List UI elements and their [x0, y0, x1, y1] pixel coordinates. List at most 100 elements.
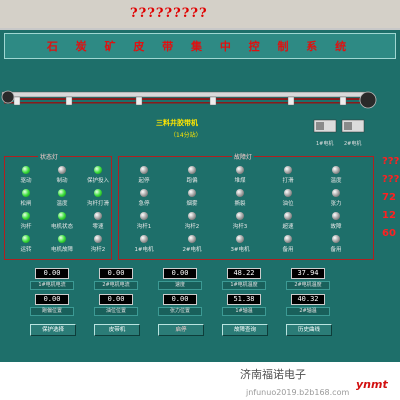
indicator-lamp-icon	[332, 235, 340, 243]
indicator-lamp-icon	[58, 166, 66, 174]
indicator-lamp-icon	[332, 212, 340, 220]
motor-2-icon	[341, 119, 365, 133]
control-button[interactable]: 启停	[158, 324, 204, 336]
indicator-lamp-icon	[236, 189, 244, 197]
watermark-url: jnfunuo2019.b2b168.com	[246, 388, 350, 397]
lamp-label: 保护投入	[86, 178, 109, 184]
indicator-lamp-icon	[188, 189, 196, 197]
fault-lamp: 堆煤	[222, 166, 258, 190]
lamp-label: 3#电机	[230, 247, 250, 253]
fault-lamp: 起停	[126, 166, 162, 190]
lamp-label: 沟杆3	[232, 224, 248, 230]
watermark-company: 济南福诺电子	[240, 368, 306, 381]
lamp-label: 运转	[20, 247, 32, 253]
status-lamp: 沟杆	[8, 212, 44, 236]
lamp-label: 制动	[56, 178, 68, 184]
readout-label: 2#电机电流	[94, 281, 138, 290]
fault-lamp: 跑偏	[174, 166, 210, 190]
lamp-label: 松闸	[20, 201, 32, 207]
lamp-label: 电机状态	[50, 224, 73, 230]
readout-label: 油位位置	[94, 307, 138, 316]
readout-label: 1#电机电流	[30, 281, 74, 290]
status-lamp: 沟杆打滑	[80, 189, 116, 213]
fault-lamp: 1#电机	[126, 235, 162, 259]
indicator-lamp-icon	[332, 189, 340, 197]
lamp-label: 跑偏	[186, 178, 198, 184]
screen: ????????? 石 炭 矿 皮 带 集 中 控 制 系 统 三料井胶带机 （…	[0, 0, 400, 400]
fault-lamp: 张力	[318, 189, 354, 213]
indicator-lamp-icon	[188, 166, 196, 174]
status-lamp: 电机状态	[44, 212, 80, 236]
belt-station: （14分站）	[170, 132, 202, 139]
status-lamp: 电机故障	[44, 235, 80, 259]
readout-value: 0.00	[163, 268, 197, 279]
status-lamp: 温度	[44, 189, 80, 213]
indicator-lamp-icon	[22, 235, 30, 243]
lamp-label: 撕裂	[234, 201, 246, 207]
readout-label: 张力位置	[158, 307, 202, 316]
readout-label: 1#轴温	[222, 307, 266, 316]
lamp-label: 沟杆	[20, 224, 32, 230]
indicator-lamp-icon	[22, 189, 30, 197]
readout-label: 2#轴温	[286, 307, 330, 316]
control-button[interactable]: 历史曲线	[286, 324, 332, 336]
lamp-label: 打滑	[282, 178, 294, 184]
control-button[interactable]: 保护选择	[30, 324, 76, 336]
lamp-label: 沟杆2	[90, 247, 106, 253]
indicator-lamp-icon	[284, 166, 292, 174]
readout-label: 1#电机温度	[222, 281, 266, 290]
lamp-label: 油位	[282, 201, 294, 207]
lamp-label: 1#电机	[134, 247, 154, 253]
indicator-lamp-icon	[94, 189, 102, 197]
fault-lamp: 沟杆1	[126, 212, 162, 236]
lamp-label: 温度	[56, 201, 68, 207]
readout-value: 51.38	[227, 294, 261, 305]
status-lamp: 沟杆2	[80, 235, 116, 259]
window-title: ?????????	[130, 6, 208, 21]
indicator-lamp-icon	[332, 166, 340, 174]
control-button[interactable]: 皮带机	[94, 324, 140, 336]
lamp-label: 起停	[138, 178, 150, 184]
lamp-label: 备用	[330, 247, 342, 253]
lamp-label: 电机故障	[50, 247, 73, 253]
side-number-1: ???	[382, 156, 400, 167]
indicator-lamp-icon	[284, 235, 292, 243]
status-lamp: 运转	[8, 235, 44, 259]
belt-name: 三料井胶带机	[156, 119, 198, 127]
status-lamp: 松闸	[8, 189, 44, 213]
fault-lamp: 备用	[270, 235, 306, 259]
indicator-lamp-icon	[140, 212, 148, 220]
fault-lamp: 沟杆3	[222, 212, 258, 236]
fault-lamp: 沟杆2	[174, 212, 210, 236]
indicator-lamp-icon	[140, 166, 148, 174]
motor-2-label: 2#电机	[344, 141, 362, 147]
indicator-lamp-icon	[94, 235, 102, 243]
lamp-label: 2#电机	[182, 247, 202, 253]
control-button[interactable]: 故障查询	[222, 324, 268, 336]
fault-lamp-title: 故障灯	[232, 152, 255, 161]
readout-label: 速度	[158, 281, 202, 290]
lamp-label: 沟杆2	[184, 224, 200, 230]
indicator-lamp-icon	[236, 235, 244, 243]
fault-lamp: 撕裂	[222, 189, 258, 213]
status-lamp-title: 状态灯	[38, 152, 61, 161]
fault-lamp: 故障	[318, 212, 354, 236]
status-lamp: 保护投入	[80, 166, 116, 190]
fault-lamp: 2#电机	[174, 235, 210, 259]
indicator-lamp-icon	[188, 212, 196, 220]
lamp-label: 烟雾	[186, 201, 198, 207]
indicator-lamp-icon	[58, 212, 66, 220]
lamp-label: 沟杆1	[136, 224, 152, 230]
indicator-lamp-icon	[284, 189, 292, 197]
readout-value: 0.00	[99, 268, 133, 279]
fault-lamp: 备用	[318, 235, 354, 259]
readout-value: 40.32	[291, 294, 325, 305]
readout-label: 2#电机温度	[286, 281, 330, 290]
status-lamp: 驱动	[8, 166, 44, 190]
lamp-label: 故障	[330, 224, 342, 230]
side-number-4: 12	[382, 210, 396, 221]
conveyor-belt-diagram	[1, 90, 377, 133]
indicator-lamp-icon	[188, 235, 196, 243]
side-number-2: ???	[382, 174, 400, 185]
indicator-lamp-icon	[94, 166, 102, 174]
